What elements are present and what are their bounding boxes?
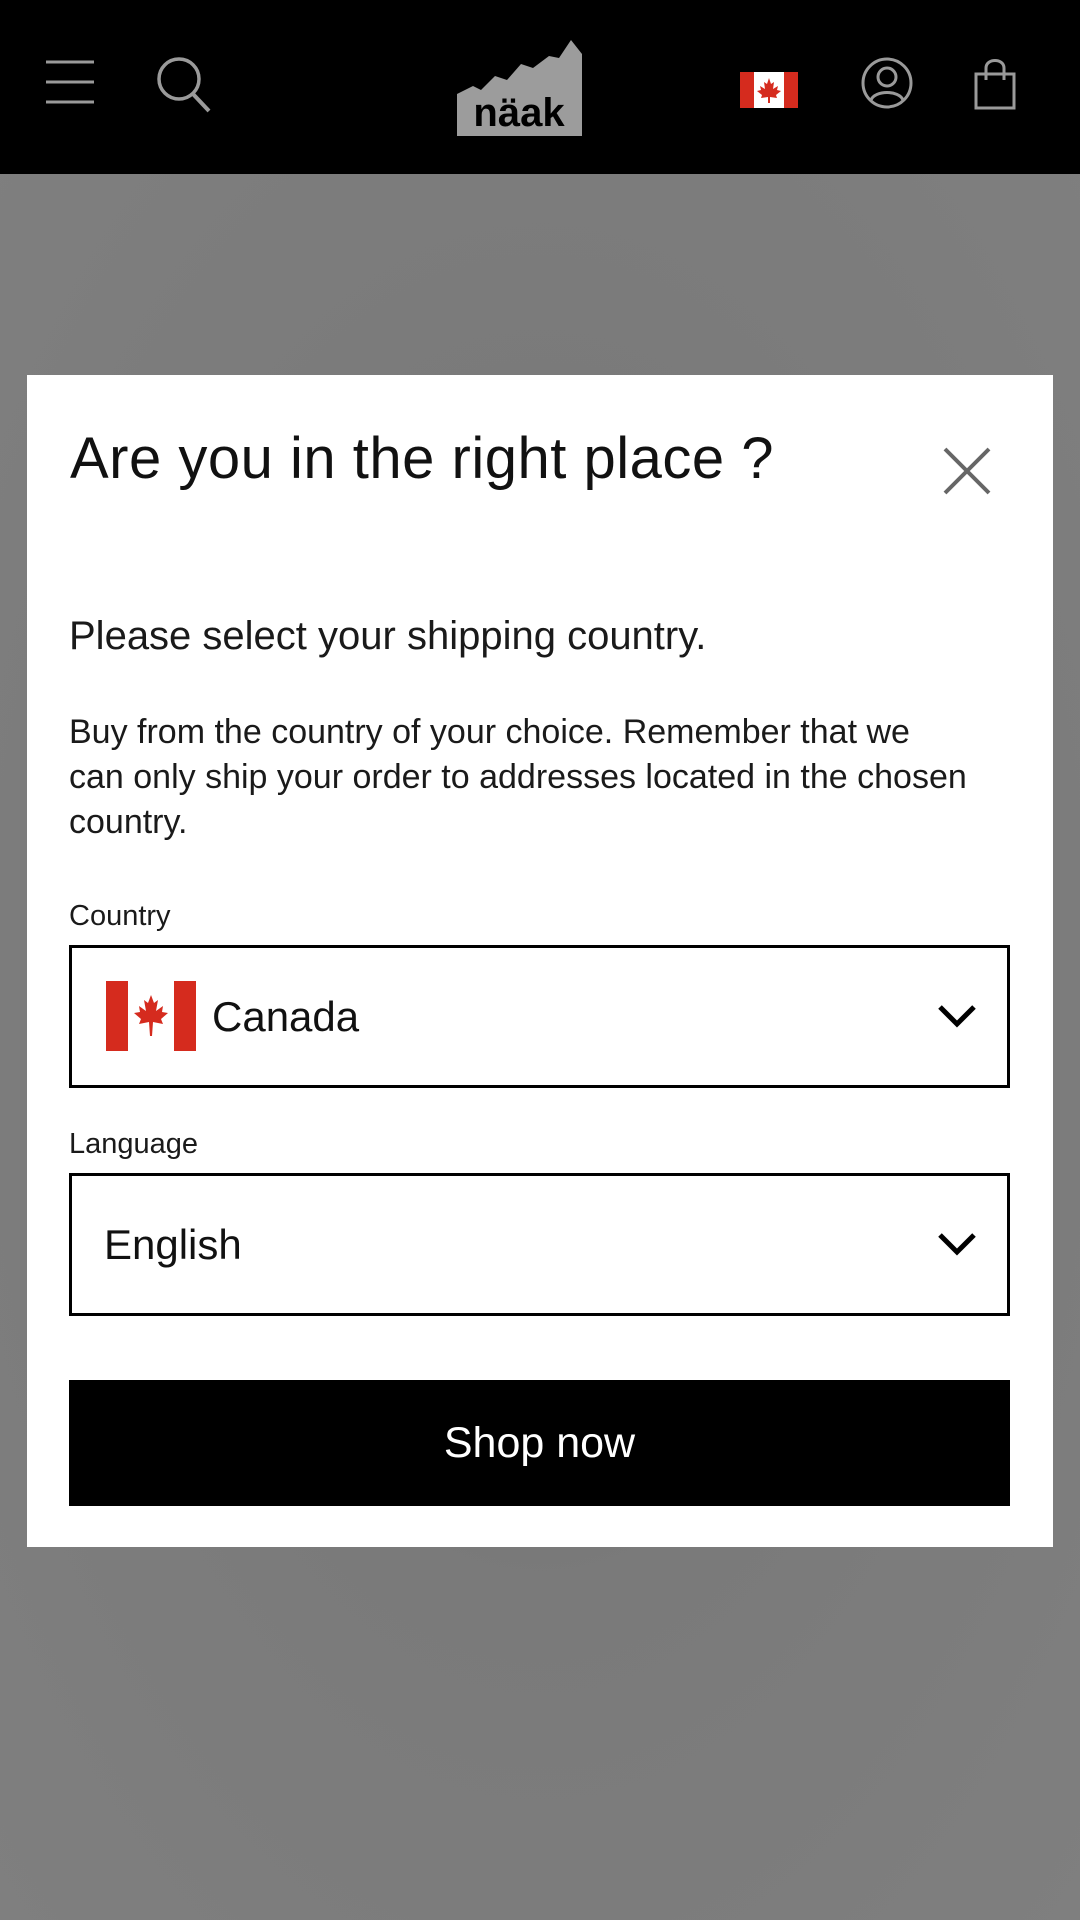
modal-title: Are you in the right place ?: [70, 426, 774, 491]
chevron-down-icon: [937, 1003, 977, 1034]
naak-logo[interactable]: näak: [455, 40, 585, 136]
hamburger-menu-icon[interactable]: [44, 56, 96, 108]
page: näak Are you in the right place ? Please…: [0, 0, 1080, 1920]
site-header: näak: [0, 0, 1080, 174]
account-icon[interactable]: [860, 56, 914, 110]
country-select[interactable]: Canada: [69, 945, 1010, 1088]
language-value: English: [104, 1221, 242, 1268]
chevron-down-icon: [937, 1231, 977, 1262]
modal-description: Buy from the country of your choice. Rem…: [69, 713, 967, 841]
country-label: Country: [69, 900, 171, 932]
country-value: Canada: [212, 993, 360, 1040]
shopping-bag-icon[interactable]: [972, 56, 1018, 112]
language-select[interactable]: English: [69, 1173, 1010, 1316]
modal-subtitle: Please select your shipping country.: [69, 614, 707, 658]
language-label: Language: [69, 1128, 199, 1160]
shop-now-button[interactable]: Shop now: [69, 1380, 1010, 1506]
svg-text:näak: näak: [473, 91, 565, 135]
close-icon[interactable]: [940, 444, 994, 498]
canada-flag-icon[interactable]: [740, 72, 798, 108]
canada-flag-icon: [106, 981, 196, 1056]
search-icon[interactable]: [156, 56, 212, 114]
